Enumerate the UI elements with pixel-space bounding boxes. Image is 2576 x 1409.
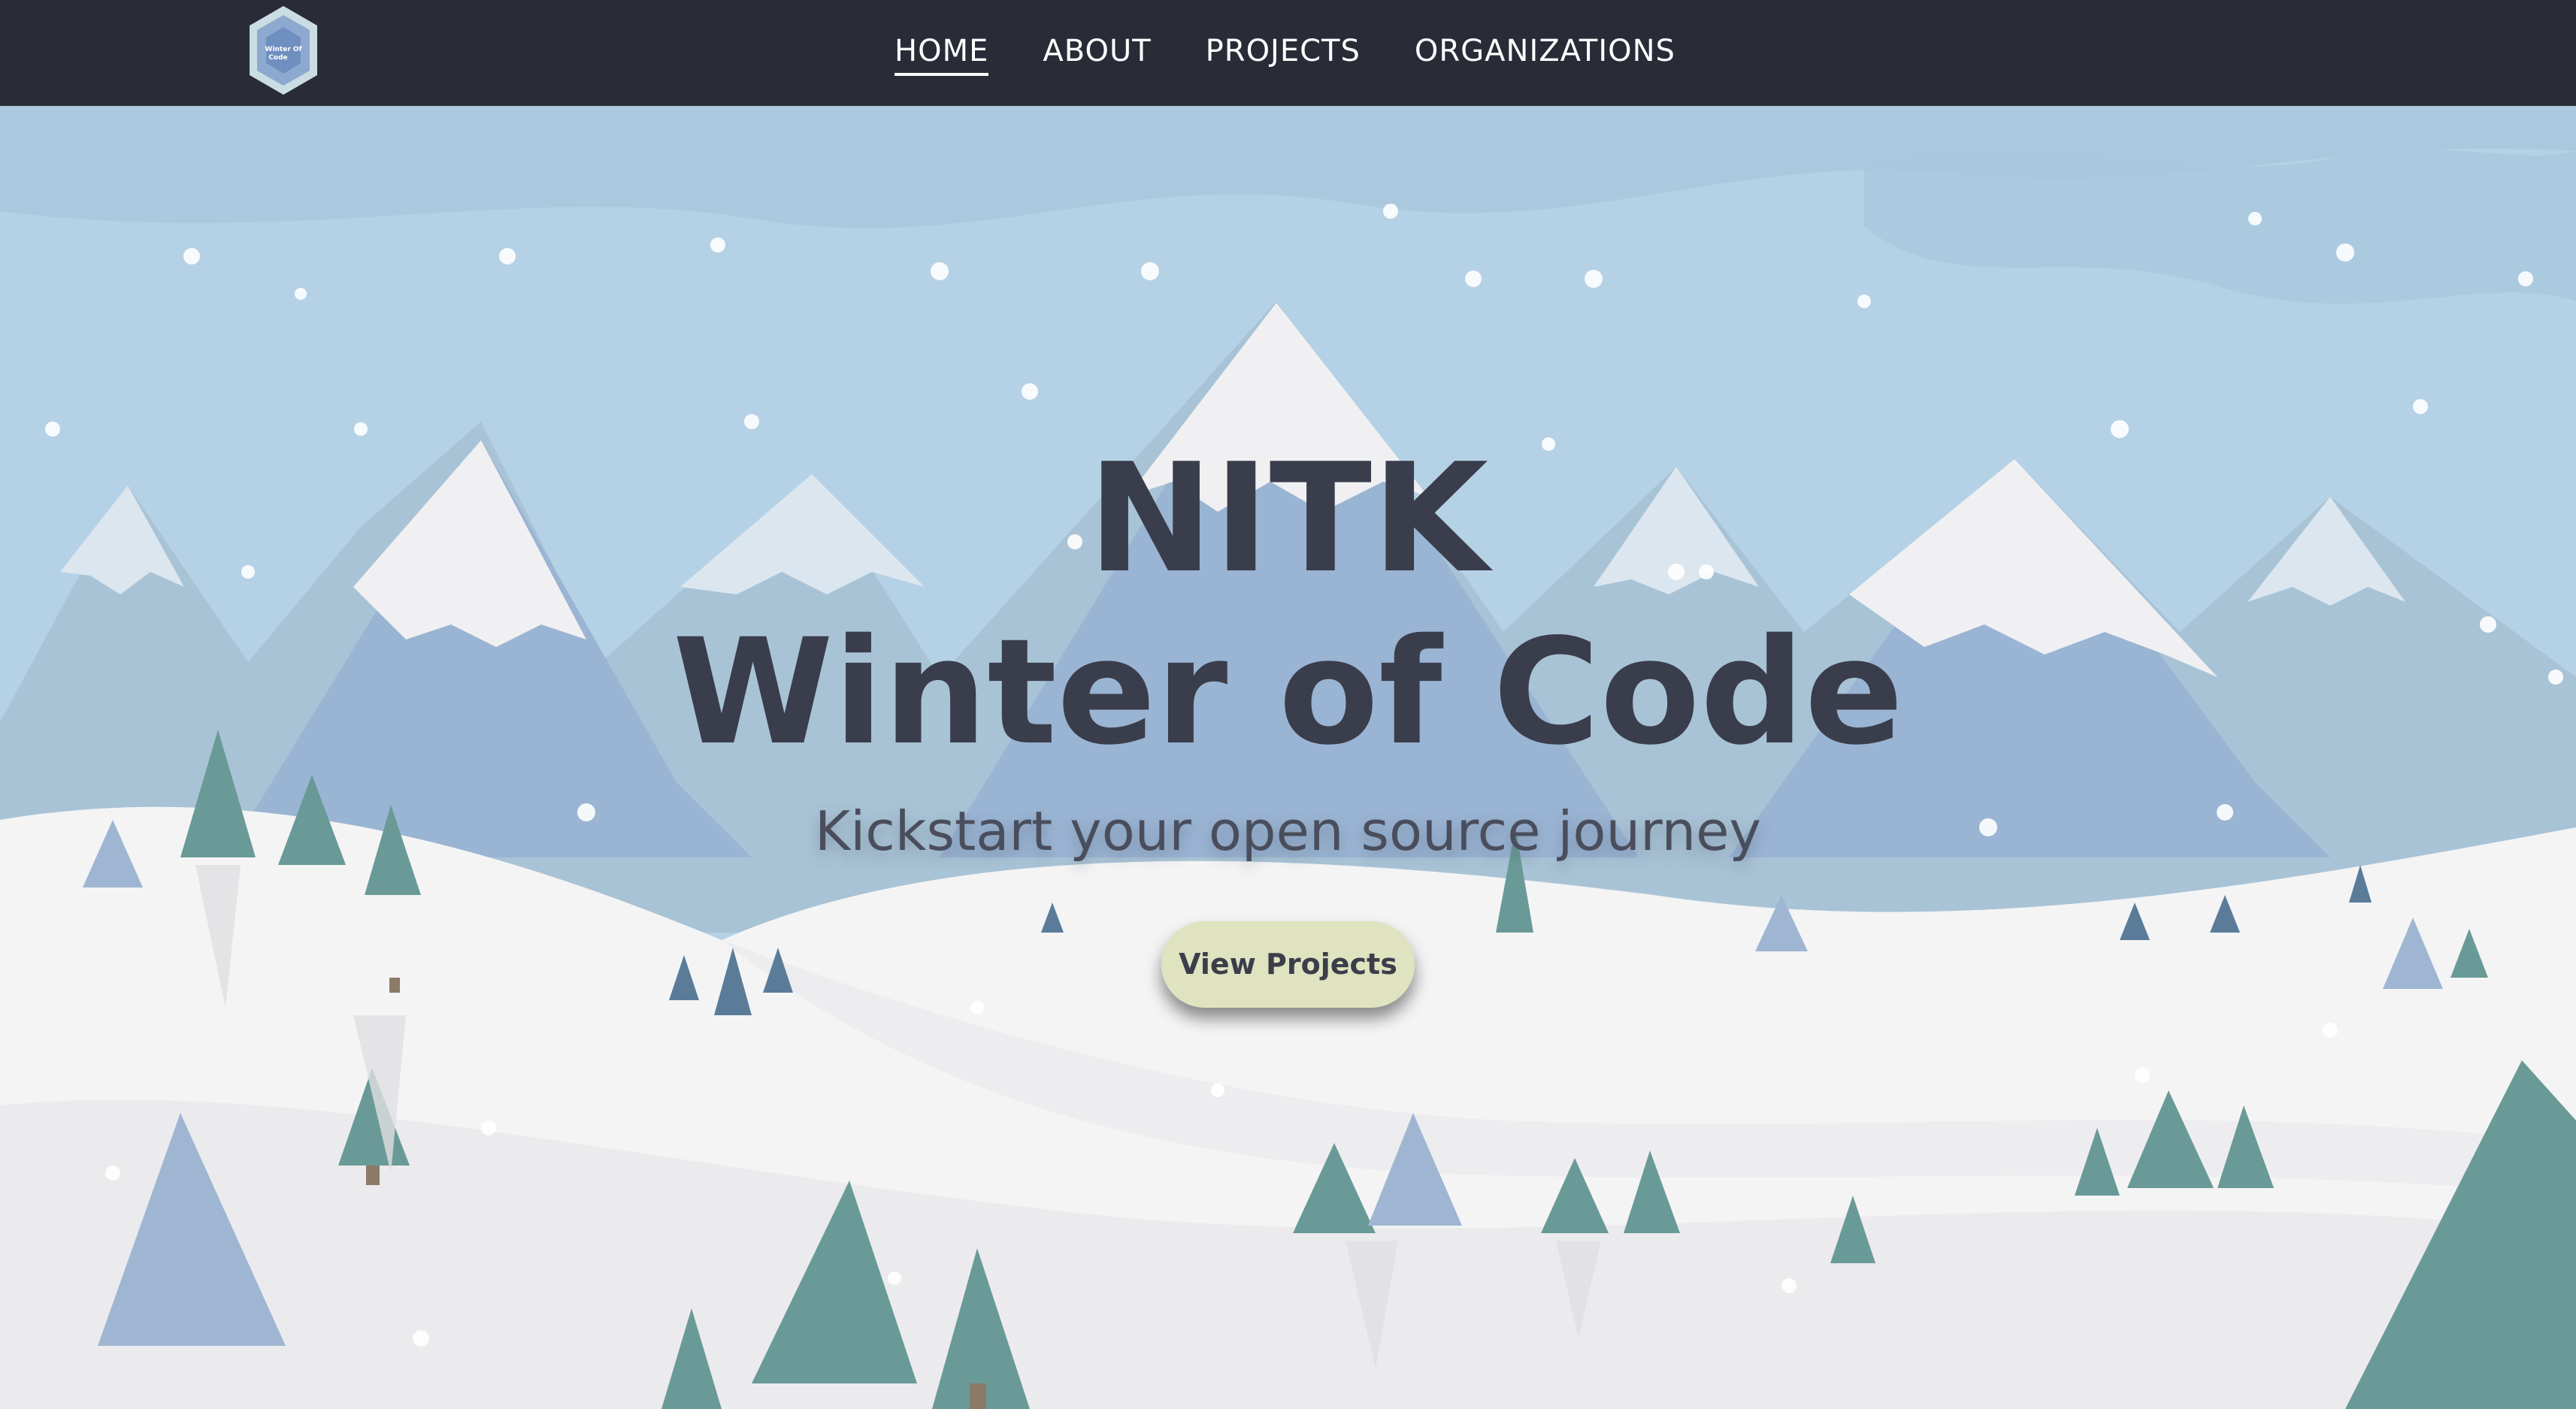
hexagon-logo-icon: Winter Of Code: [250, 6, 317, 95]
logo-text-line1: Winter Of: [265, 46, 302, 53]
nav-about-link[interactable]: ABOUT: [1043, 34, 1151, 73]
view-projects-button[interactable]: View Projects: [1161, 921, 1415, 1008]
nav-projects-link[interactable]: PROJECTS: [1206, 34, 1361, 73]
nav-organizations-link[interactable]: ORGANIZATIONS: [1415, 34, 1675, 73]
logo-text-line2: Code: [268, 54, 287, 62]
winter-of-code-logo[interactable]: Winter Of Code: [248, 5, 319, 96]
hero-title-line1: NITK: [1087, 431, 1489, 606]
main-nav: HOME ABOUT PROJECTS ORGANIZATIONS: [894, 0, 1675, 106]
hero-title-line2: Winter of Code: [672, 607, 1904, 777]
nav-home-link[interactable]: HOME: [894, 34, 989, 76]
hero-section: NITK Winter of Code Kickstart your open …: [0, 106, 2576, 1083]
page: Winter Of Code HOME ABOUT PROJECTS ORGAN…: [0, 0, 2576, 1409]
hero-subtitle: Kickstart your open source journey: [815, 800, 1761, 863]
top-navbar: Winter Of Code HOME ABOUT PROJECTS ORGAN…: [0, 0, 2576, 106]
